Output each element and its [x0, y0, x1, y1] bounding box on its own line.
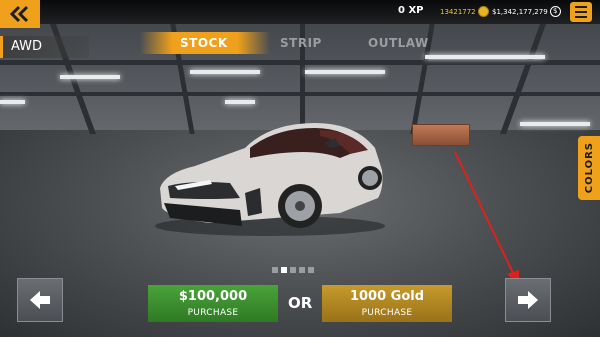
- back-button[interactable]: [0, 0, 40, 28]
- pager-dot[interactable]: [299, 267, 305, 273]
- cash-price: $100,000: [178, 288, 248, 304]
- tuning-tabs: STOCK STRIP OUTLAW: [140, 32, 470, 54]
- colors-tab-label: COLORS: [583, 142, 595, 194]
- pager-dot[interactable]: [272, 267, 278, 273]
- pager-dot[interactable]: [290, 267, 296, 273]
- double-chevron-left-icon: [9, 5, 29, 23]
- pager-dot[interactable]: [308, 267, 314, 273]
- tab-strip[interactable]: STRIP: [280, 32, 322, 54]
- arrow-right-icon: [518, 291, 538, 309]
- money-balance: $1,342,177,279 $: [492, 6, 561, 17]
- or-label: OR: [288, 294, 313, 312]
- drivetrain-label: AWD: [0, 36, 89, 58]
- gold-purchase-label: PURCHASE: [361, 307, 413, 318]
- gold-amount: 13421772: [440, 7, 476, 16]
- gold-coin-icon: [477, 6, 489, 17]
- money-amount: $1,342,177,279: [492, 7, 548, 16]
- purchase-cash-button[interactable]: $100,000 PURCHASE: [148, 285, 278, 322]
- purchase-gold-button[interactable]: 1000 Gold PURCHASE: [322, 285, 452, 322]
- hamburger-menu-icon[interactable]: [570, 2, 592, 22]
- colors-tab[interactable]: COLORS: [578, 136, 600, 200]
- previous-car-button[interactable]: [17, 278, 63, 322]
- gold-balance: 13421772: [440, 6, 489, 17]
- tab-outlaw[interactable]: OUTLAW: [368, 32, 429, 54]
- xp-counter: 0 XP: [398, 5, 424, 16]
- car-pager: [272, 267, 314, 273]
- cash-purchase-label: PURCHASE: [187, 307, 239, 318]
- tab-stock[interactable]: STOCK: [180, 32, 228, 54]
- arrow-left-icon: [30, 291, 50, 309]
- gold-price: 1000 Gold: [349, 288, 425, 304]
- pager-dot-active[interactable]: [281, 267, 287, 273]
- next-car-button[interactable]: [505, 278, 551, 322]
- dollar-coin-icon: $: [549, 6, 561, 17]
